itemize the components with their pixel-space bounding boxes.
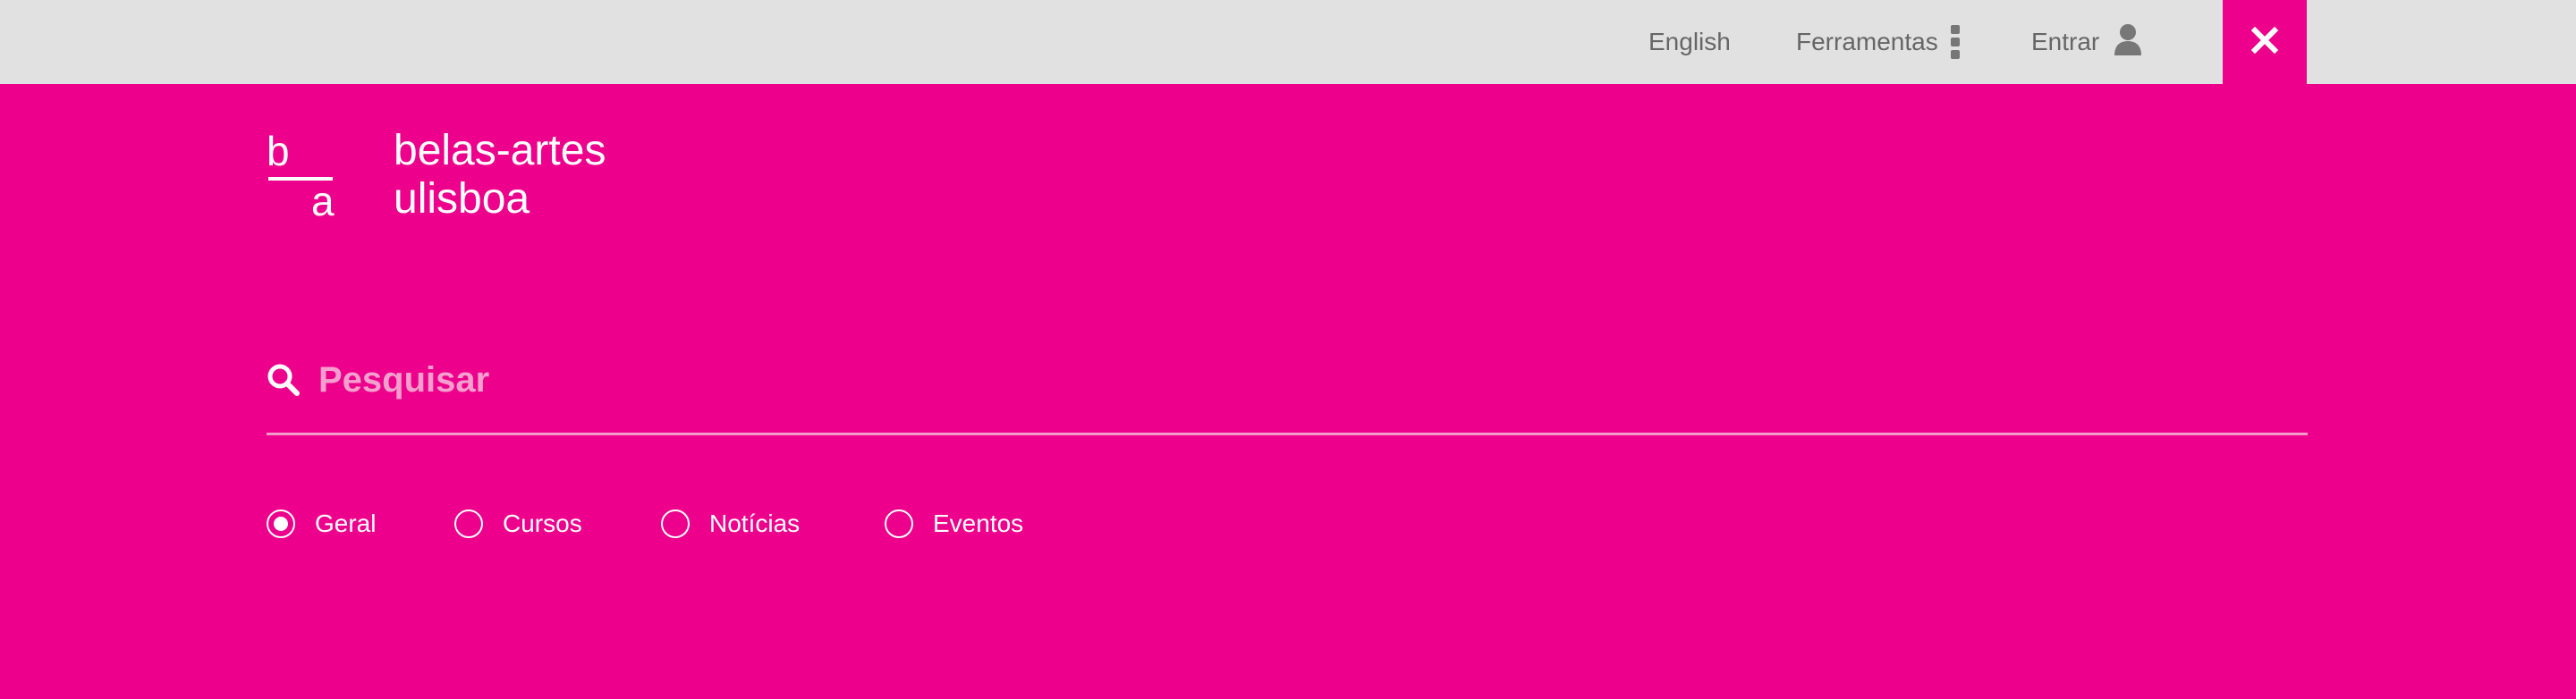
logo-text-line1: belas-artes bbox=[394, 127, 606, 174]
top-bar: English Ferramentas Entrar bbox=[0, 0, 2576, 84]
search-bar bbox=[267, 352, 2308, 435]
radio-unchecked-icon[interactable] bbox=[454, 510, 483, 538]
radio-checked-icon[interactable] bbox=[267, 510, 295, 538]
radio-unchecked-icon[interactable] bbox=[661, 510, 690, 538]
filter-option-label: Eventos bbox=[933, 510, 1024, 537]
filter-option-label: Cursos bbox=[503, 510, 582, 537]
login-label: Entrar bbox=[2031, 28, 2100, 55]
tools-label: Ferramentas bbox=[1796, 28, 1938, 55]
search-icon bbox=[267, 363, 301, 401]
close-search-button[interactable] bbox=[2223, 0, 2307, 84]
language-link[interactable]: English bbox=[1648, 0, 1731, 84]
filter-option-noticias[interactable]: Notícias bbox=[661, 506, 800, 542]
logo-text: belas-artes ulisboa bbox=[394, 127, 606, 223]
login-button[interactable]: Entrar bbox=[2031, 0, 2142, 84]
vertical-dots-icon bbox=[1950, 25, 1960, 59]
tools-menu-button[interactable]: Ferramentas bbox=[1796, 0, 1960, 84]
search-input[interactable] bbox=[317, 352, 2288, 408]
filter-option-label: Geral bbox=[315, 510, 377, 537]
logo-text-line2: ulisboa bbox=[394, 175, 530, 223]
logo-mark-a: a bbox=[311, 178, 335, 224]
user-icon bbox=[2114, 23, 2142, 62]
language-link-label: English bbox=[1648, 28, 1731, 55]
logo-mark-b: b bbox=[267, 128, 290, 174]
filter-option-geral[interactable]: Geral bbox=[267, 506, 376, 542]
filter-option-eventos[interactable]: Eventos bbox=[885, 506, 1023, 542]
logo-mark: b a bbox=[267, 128, 335, 224]
filter-option-label: Notícias bbox=[709, 510, 801, 537]
filter-option-cursos[interactable]: Cursos bbox=[454, 506, 582, 542]
close-icon bbox=[2250, 26, 2279, 58]
radio-unchecked-icon[interactable] bbox=[885, 510, 913, 538]
